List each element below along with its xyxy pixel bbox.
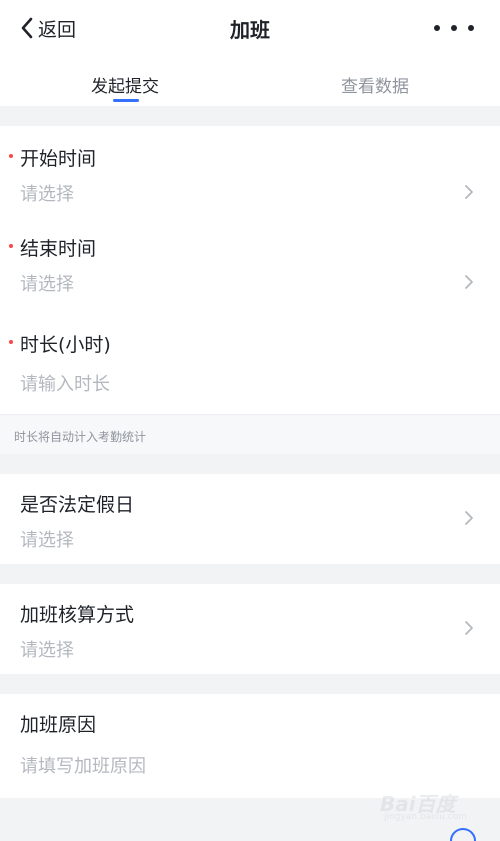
duration-label: 时长(小时) xyxy=(20,334,111,356)
end-time-label: 结束时间 xyxy=(20,238,97,260)
more-button[interactable] xyxy=(434,16,474,40)
tab-view-data[interactable]: 查看数据 xyxy=(250,72,500,97)
duration-hint-bar: 时长将自动计入考勤统计 xyxy=(0,414,500,454)
chevron-right-icon xyxy=(465,511,473,525)
calc-method-card: 加班核算方式 请选择 xyxy=(0,584,500,674)
more-dots-icon xyxy=(451,25,457,31)
more-dots-icon xyxy=(434,25,440,31)
tab-submit[interactable]: 发起提交 xyxy=(0,72,250,97)
holiday-label: 是否法定假日 xyxy=(20,494,135,516)
duration-input[interactable]: 请输入时长 xyxy=(20,370,110,396)
help-circle-icon[interactable] xyxy=(448,826,478,841)
chevron-left-icon xyxy=(21,17,33,39)
watermark-url: jingyan.baidu.com xyxy=(384,812,468,822)
time-card: 开始时间 请选择 结束时间 请选择 时长(小时) 请输入时长 时长将自动计入考勤… xyxy=(0,126,500,454)
tab-bar: 发起提交 查看数据 xyxy=(0,56,500,106)
holiday-card: 是否法定假日 请选择 xyxy=(0,474,500,564)
duration-field[interactable]: 时长(小时) 请输入时长 xyxy=(0,318,500,414)
reason-input[interactable]: 请填写加班原因 xyxy=(20,752,146,778)
top-navbar: 返回 加班 xyxy=(0,0,500,56)
calc-method-value: 请选择 xyxy=(20,640,74,661)
start-time-label: 开始时间 xyxy=(20,148,97,170)
back-button[interactable]: 返回 xyxy=(20,12,76,44)
baidu-watermark: Bai百度 jingyan.baidu.com xyxy=(380,788,480,824)
more-dots-icon xyxy=(468,25,474,31)
required-marker xyxy=(9,244,13,248)
end-time-value: 请选择 xyxy=(20,274,74,295)
start-time-field[interactable]: 开始时间 请选择 xyxy=(0,126,500,222)
reason-card: 加班原因 请填写加班原因 xyxy=(0,694,500,798)
back-label: 返回 xyxy=(38,18,77,41)
calc-method-field[interactable]: 加班核算方式 请选择 xyxy=(0,584,500,674)
required-marker xyxy=(9,340,13,344)
reason-field[interactable]: 加班原因 请填写加班原因 xyxy=(0,694,500,798)
holiday-value: 请选择 xyxy=(20,530,74,551)
holiday-field[interactable]: 是否法定假日 请选择 xyxy=(0,474,500,564)
required-marker xyxy=(9,154,13,158)
chevron-right-icon xyxy=(465,621,473,635)
chevron-right-icon xyxy=(465,275,473,289)
chevron-right-icon xyxy=(465,185,473,199)
calc-method-label: 加班核算方式 xyxy=(20,604,135,626)
duration-hint: 时长将自动计入考勤统计 xyxy=(14,430,147,444)
reason-label: 加班原因 xyxy=(20,714,97,736)
start-time-value: 请选择 xyxy=(20,184,74,205)
active-tab-indicator xyxy=(113,99,139,102)
end-time-field[interactable]: 结束时间 请选择 xyxy=(0,222,500,318)
